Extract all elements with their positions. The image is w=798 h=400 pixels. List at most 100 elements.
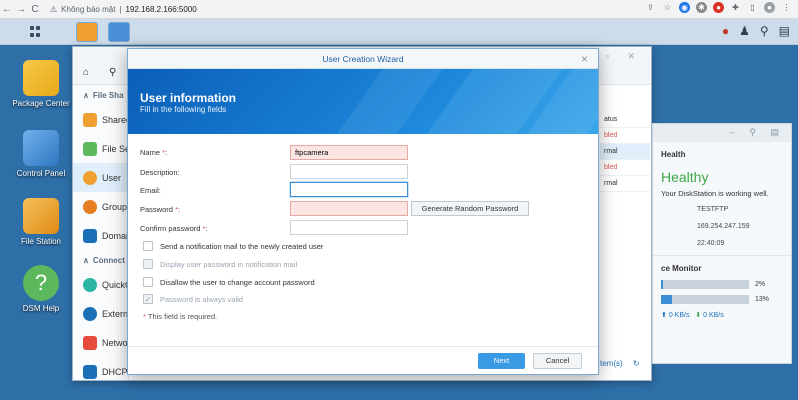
ram-usage: 13%: [653, 292, 791, 307]
reload-icon[interactable]: C: [28, 4, 42, 15]
disallow-change-checkbox[interactable]: [143, 277, 153, 287]
desktop-icon-label: Control Panel: [16, 169, 66, 178]
forward-icon[interactable]: →: [14, 4, 28, 15]
cpu-value: 2%: [755, 281, 766, 288]
address-bar[interactable]: ⚠ Không bảo mật | 192.168.2.166:5000: [50, 5, 197, 14]
table-cell: bled: [600, 160, 650, 176]
puzzle-icon[interactable]: ✚: [730, 2, 741, 13]
package-center-icon: [23, 60, 59, 96]
confirm-password-row: Confirm password *:: [140, 224, 208, 233]
widgets-icon[interactable]: ▤: [779, 24, 790, 38]
email-field[interactable]: [290, 182, 408, 197]
notify-mail-checkbox[interactable]: [143, 241, 153, 251]
browser-toolbar: ← → C ⚠ Không bảo mật | 192.168.2.166:50…: [0, 0, 798, 19]
desktop-icon-dsm-help[interactable]: ? DSM Help: [6, 265, 76, 313]
item-count: tem(s) ↻: [600, 359, 640, 368]
name-field[interactable]: [290, 145, 408, 160]
desktop-icon-label: Package Center: [12, 99, 70, 108]
control-panel-icon: [23, 130, 59, 166]
desktop-icon-control-panel[interactable]: Control Panel: [6, 130, 76, 178]
confirm-password-field[interactable]: [290, 220, 408, 235]
section-file-sharing[interactable]: ∧ File Sha: [73, 85, 128, 105]
user-creation-wizard: User Creation Wizard × User information …: [127, 48, 599, 375]
profile-icon[interactable]: ●: [764, 2, 775, 13]
sidebar-item-domain[interactable]: Domai: [73, 221, 128, 250]
disallow-change-option[interactable]: Disallow the user to change account pass…: [143, 277, 315, 287]
network-speed: ⬆ 0 KB/s ⬇ 0 KB/s: [661, 312, 724, 319]
security-label: Không bảo mật: [61, 4, 116, 14]
refresh-icon[interactable]: ↻: [633, 359, 640, 368]
checkbox-label: Send a notification mail to the newly cr…: [160, 241, 324, 251]
password-label: Password: [140, 205, 173, 214]
close-icon[interactable]: ×: [581, 49, 588, 69]
password-field[interactable]: [290, 201, 408, 216]
sidebar-item-group[interactable]: Group: [73, 192, 128, 221]
table-cell: rmal: [600, 144, 650, 160]
settings-extension-icon[interactable]: ✱: [696, 2, 707, 13]
user-icon[interactable]: ♟: [739, 24, 750, 38]
help-icon: ?: [23, 265, 59, 301]
cpu-bar-fill: [661, 280, 663, 289]
dhcp-icon: [83, 364, 97, 379]
resource-monitor-title: ce Monitor: [653, 255, 791, 277]
health-title: Health: [661, 150, 686, 159]
generate-password-button[interactable]: Generate Random Password: [411, 201, 529, 216]
required-note: * This field is required.: [143, 312, 218, 321]
dialog-title: User Creation Wizard: [322, 54, 404, 64]
sidepanel-icon[interactable]: ▯: [747, 2, 758, 13]
file-station-taskbar-icon[interactable]: [76, 22, 98, 42]
sidebar-item-shared-folder[interactable]: Shared: [73, 105, 128, 134]
control-panel-sidebar: ∧ File Sha Shared File Se User Group Dom…: [73, 85, 129, 380]
url-text: 192.168.2.166:5000: [125, 4, 197, 14]
sidebar-item-quickconnect[interactable]: QuickC: [73, 270, 128, 299]
notification-icon[interactable]: ●: [722, 24, 729, 38]
search-icon[interactable]: ⚲: [109, 67, 116, 78]
user-icon: [83, 170, 97, 185]
share-icon[interactable]: ⇪: [645, 2, 656, 13]
confirm-password-label: Confirm password: [140, 224, 201, 233]
shared-folder-icon: [83, 112, 97, 127]
sidebar-item-dhcp[interactable]: DHCP Server: [73, 357, 128, 380]
download-icon: ⬇: [695, 312, 702, 319]
checkbox-label: Display user password in notification ma…: [160, 259, 298, 269]
extension-icon[interactable]: ◉: [679, 2, 690, 13]
desktop-icon-label: File Station: [20, 237, 62, 246]
back-icon[interactable]: ←: [0, 4, 14, 15]
adblock-icon[interactable]: ●: [713, 2, 724, 13]
server-ip: 169.254.247.159: [697, 223, 750, 230]
widget-header: – ⚲ ▤: [653, 124, 791, 142]
home-icon[interactable]: ⌂: [83, 67, 89, 78]
file-services-icon: [83, 141, 97, 156]
ram-bar-fill: [661, 295, 673, 304]
health-message: Your DiskStation is working well.: [661, 189, 769, 198]
next-button[interactable]: Next: [478, 353, 525, 369]
server-name: TESTFTP: [697, 206, 729, 213]
cancel-button[interactable]: Cancel: [533, 353, 582, 369]
description-field[interactable]: [290, 164, 408, 179]
description-label: Description:: [140, 168, 180, 177]
search-icon[interactable]: ⚲: [760, 24, 769, 38]
cpu-bar: [661, 280, 749, 289]
section-connectivity[interactable]: ∧ Connect: [73, 250, 128, 270]
email-label: Email:: [140, 186, 161, 195]
group-icon: [83, 199, 97, 214]
checkbox-label: Password is always valid: [160, 294, 243, 304]
sidebar-item-network[interactable]: Netwo: [73, 328, 128, 357]
sidebar-item-external-access[interactable]: Extern: [73, 299, 128, 328]
folder-icon: [23, 198, 59, 234]
system-widget: – ⚲ ▤ Health Healthy Your DiskStation is…: [652, 123, 792, 364]
table-cell: rmal: [600, 176, 650, 192]
description-row: Description:: [140, 168, 180, 177]
table-header: atus: [600, 112, 650, 128]
control-panel-taskbar-icon[interactable]: [108, 22, 130, 42]
menu-icon[interactable]: ⋮: [781, 2, 792, 13]
sidebar-item-file-services[interactable]: File Se: [73, 134, 128, 163]
notify-mail-option[interactable]: Send a notification mail to the newly cr…: [143, 241, 323, 251]
star-icon[interactable]: ☆: [662, 2, 673, 13]
main-menu-icon[interactable]: [20, 23, 50, 41]
widget-controls[interactable]: – ⚲ ▤: [730, 127, 785, 138]
desktop-icon-package-center[interactable]: Package Center: [6, 60, 76, 108]
desktop-icon-file-station[interactable]: File Station: [6, 198, 76, 246]
email-row: Email:: [140, 186, 161, 195]
sidebar-item-user[interactable]: User: [73, 163, 128, 192]
